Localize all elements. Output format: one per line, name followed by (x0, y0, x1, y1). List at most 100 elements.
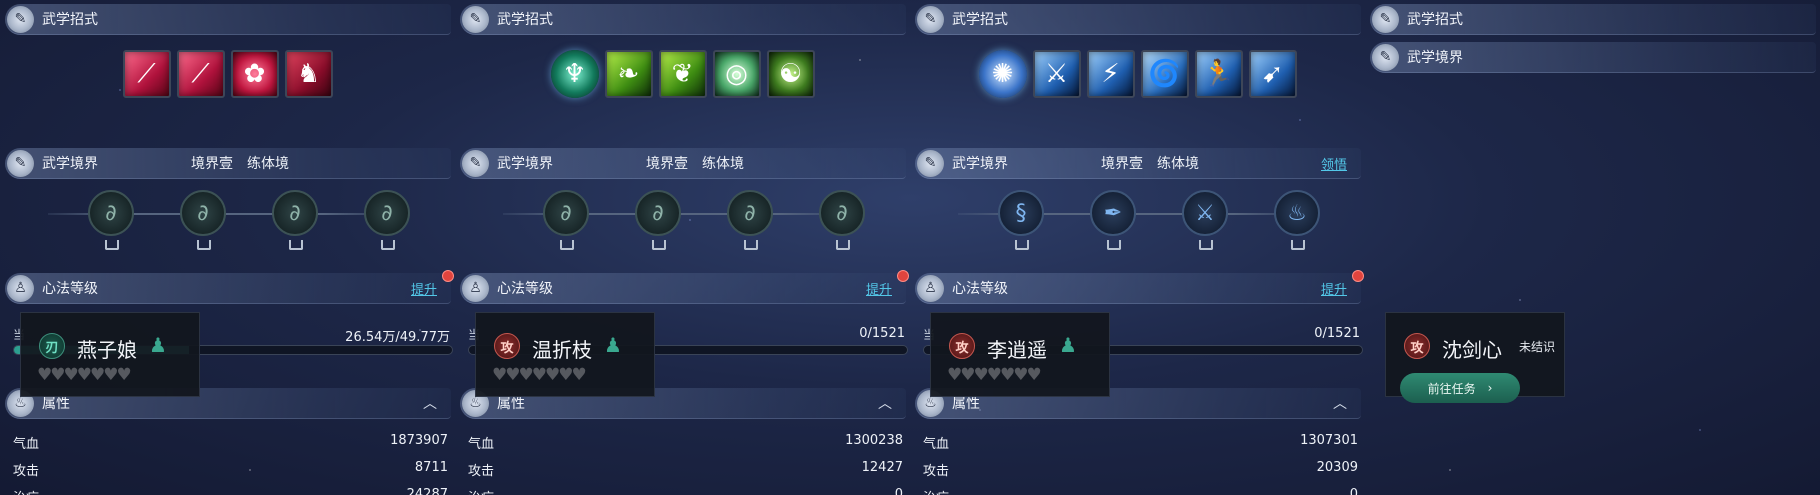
skill-ring-icon[interactable]: ◎ (712, 50, 761, 98)
role-badge: 攻 (1404, 333, 1430, 359)
lock-icon (652, 240, 666, 250)
realm-node-3[interactable]: ∂ (727, 190, 773, 236)
heart-method-header: ♙ 心法等级 提升 (460, 270, 909, 304)
character-panel-2: ✎ 武学招式 ♆ ❧ ❦ ◎ ☯ ✎ 武学境界 境界壹 练体境 ∂ ∂ ∂ ∂ ♙… (455, 0, 910, 495)
chevron-up-icon[interactable]: ︿ (423, 393, 437, 413)
realm-header: ✎ 武学境界 境界壹 练体境 (5, 148, 451, 179)
realm-node-2[interactable]: ∂ (635, 190, 681, 236)
skill-leap-icon[interactable]: 🏃 (1194, 50, 1243, 98)
skills-title: 武学招式 (42, 12, 98, 28)
character-panel-4: ✎ 武学招式 ✎ 武学境界 攻 沈剑心 未结识 前往任务 › (1365, 0, 1820, 495)
comprehend-link[interactable]: 领悟 (1321, 154, 1347, 173)
skills-emblem-icon: ✎ (462, 5, 489, 33)
heart-method-title: 心法等级 (952, 281, 1008, 297)
realm-title: 武学境界 (952, 156, 1008, 172)
stat-label: 气血 (468, 437, 495, 452)
lock-icon (105, 240, 119, 250)
stat-row-attack: 攻击 12427 (468, 460, 903, 479)
lock-icon (1291, 240, 1305, 250)
character-panel-1: ✎ 武学招式 ⟋ ⟋ ✿ ♞ ✎ 武学境界 境界壹 练体境 ∂ ∂ ∂ ∂ ♙ 心… (0, 0, 455, 495)
skills-header: ✎ 武学招式 (915, 4, 1361, 35)
upgrade-link[interactable]: 提升 (411, 279, 437, 298)
chevron-up-icon[interactable]: ︿ (1333, 393, 1347, 413)
lock-icon (381, 240, 395, 250)
lock-icon (1199, 240, 1213, 250)
character-card[interactable]: 攻 温折枝 ♟ ♥♥♥♥♥♥♥ (475, 312, 655, 397)
stat-label: 攻击 (13, 464, 40, 479)
skill-slash-icon[interactable]: ⟋ (122, 50, 171, 98)
skill-leaf-icon[interactable]: ❧ (604, 50, 653, 98)
character-card[interactable]: 攻 沈剑心 未结识 前往任务 › (1385, 312, 1565, 403)
stat-row-hp: 气血 1873907 (13, 433, 448, 452)
skills-title: 武学招式 (1407, 12, 1463, 28)
upgrade-link[interactable]: 提升 (866, 279, 892, 298)
xp-value: 26.54万/49.77万 (345, 330, 450, 345)
realm-node-1[interactable]: § (998, 190, 1044, 236)
upgrade-link[interactable]: 提升 (1321, 279, 1347, 298)
go-to-task-label: 前往任务 (1427, 381, 1476, 396)
realm-header: ✎ 武学境界 (1370, 42, 1816, 73)
realm-node-3[interactable]: ∂ (272, 190, 318, 236)
realm-node-1[interactable]: ∂ (543, 190, 589, 236)
skill-swirl-icon[interactable]: ☯ (766, 50, 815, 98)
skills-emblem-icon: ✎ (917, 5, 944, 33)
skill-sword-icon[interactable]: ⚔ (1032, 50, 1081, 98)
role-badge: 攻 (494, 333, 520, 359)
stat-value: 0 (1349, 487, 1358, 495)
go-to-task-button[interactable]: 前往任务 › (1400, 373, 1520, 403)
realm-node-4[interactable]: ∂ (819, 190, 865, 236)
realm-node-2[interactable]: ✒ (1090, 190, 1136, 236)
stat-row-attack: 攻击 20309 (923, 460, 1358, 479)
character-name: 李逍遥 (987, 338, 1047, 362)
stat-value: 12427 (861, 460, 903, 475)
skills-emblem-icon: ✎ (7, 5, 34, 33)
skill-leaf-icon[interactable]: ❦ (658, 50, 707, 98)
skills-emblem-icon: ✎ (1372, 5, 1399, 33)
realm-emblem-icon: ✎ (917, 149, 944, 177)
stat-value: 1300238 (845, 433, 903, 448)
skill-whirlwind-icon[interactable]: 🌀 (1140, 50, 1189, 98)
heart-method-emblem-icon: ♙ (462, 274, 489, 302)
realm-node-1[interactable]: ∂ (88, 190, 134, 236)
realm-header: ✎ 武学境界 境界壹 练体境 领悟 (915, 148, 1361, 179)
skill-icons-row: ⟋ ⟋ ✿ ♞ (0, 50, 455, 98)
skill-slash-icon[interactable]: ⟋ (176, 50, 225, 98)
skill-spirit-icon[interactable]: ♆ (550, 50, 599, 98)
stat-row-heal: 治疗 0 (923, 487, 1358, 495)
character-card[interactable]: 刃 燕子娘 ♟ ♥♥♥♥♥♥♥ (20, 312, 200, 397)
lock-icon (1107, 240, 1121, 250)
skill-dancer-icon[interactable]: ♞ (284, 50, 333, 98)
role-badge: 攻 (949, 333, 975, 359)
realm-node-3[interactable]: ⚔ (1182, 190, 1228, 236)
relationship-status: 未结识 (1519, 340, 1556, 354)
stat-row-heal: 治疗 0 (468, 487, 903, 495)
lock-icon (1015, 240, 1029, 250)
character-panel-3: ✎ 武学招式 ✺ ⚔ ⚡ 🌀 🏃 ➹ ✎ 武学境界 境界壹 练体境 领悟 § ✒ … (910, 0, 1365, 495)
skill-strike-icon[interactable]: ⚡ (1086, 50, 1135, 98)
realm-node-4[interactable]: ∂ (364, 190, 410, 236)
chevron-up-icon[interactable]: ︿ (878, 393, 892, 413)
character-name: 沈剑心 (1442, 338, 1502, 362)
character-card[interactable]: 攻 李逍遥 ♟ ♥♥♥♥♥♥♥ (930, 312, 1110, 397)
realm-stage-level: 境界壹 (191, 156, 233, 172)
realm-node-4[interactable]: ♨ (1274, 190, 1320, 236)
stat-label: 治疗 (13, 487, 39, 495)
stat-label: 治疗 (923, 487, 949, 495)
notification-dot (897, 270, 909, 282)
realm-title: 武学境界 (42, 156, 98, 172)
skill-rose-icon[interactable]: ✿ (230, 50, 279, 98)
stat-value: 8711 (414, 460, 448, 475)
skills-title: 武学招式 (952, 12, 1008, 28)
affinity-hearts: ♥♥♥♥♥♥♥ (947, 365, 1042, 385)
skill-dash-icon[interactable]: ➹ (1248, 50, 1297, 98)
heart-method-header: ♙ 心法等级 提升 (5, 270, 454, 304)
stat-row-attack: 攻击 8711 (13, 460, 448, 479)
realm-stage-name: 练体境 (702, 156, 744, 172)
skill-orb-icon[interactable]: ✺ (978, 50, 1027, 98)
lock-icon (197, 240, 211, 250)
realm-node-2[interactable]: ∂ (180, 190, 226, 236)
stat-value: 20309 (1316, 460, 1358, 475)
lock-icon (836, 240, 850, 250)
skill-icons-row: ♆ ❧ ❦ ◎ ☯ (455, 50, 910, 98)
realm-header: ✎ 武学境界 境界壹 练体境 (460, 148, 906, 179)
